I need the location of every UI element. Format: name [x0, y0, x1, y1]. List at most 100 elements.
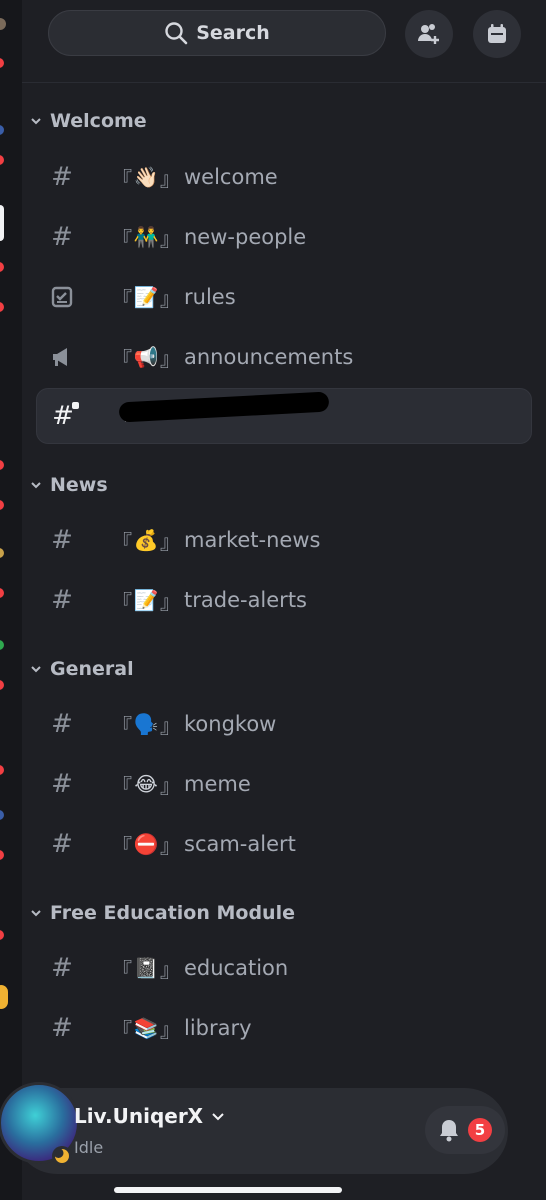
bracket-close: 』	[160, 346, 180, 371]
mention-dot	[0, 850, 4, 860]
channel-redacted-selected[interactable]: # 『	[36, 388, 532, 444]
search-label: Search	[196, 22, 270, 44]
channel-scam-alert[interactable]: # 『⛔』 scam-alert	[36, 816, 532, 872]
channel-name: meme	[184, 772, 251, 796]
server-icon[interactable]	[0, 640, 4, 650]
channel-list-pane: Search Welcome # 『👋🏻』 welcome # 『👬』 new-…	[0, 0, 546, 1200]
category-label: Free Education Module	[50, 902, 295, 924]
calendar-icon	[485, 22, 509, 46]
add-member-icon	[416, 21, 442, 47]
channel-name: new-people	[184, 225, 307, 249]
category-label: News	[50, 474, 108, 496]
hash-icon: #	[51, 709, 73, 739]
invite-members-button[interactable]	[405, 10, 453, 58]
channel-meme[interactable]: # 『😂』 meme	[36, 756, 532, 812]
channel-name: education	[184, 956, 289, 980]
hash-icon: #	[51, 222, 73, 252]
mention-dot	[0, 500, 4, 510]
channel-library[interactable]: # 『📚』 library	[36, 1000, 532, 1056]
category-welcome[interactable]: Welcome	[30, 110, 147, 132]
channel-market-news[interactable]: # 『💰』 market-news	[36, 512, 532, 568]
idle-status-icon	[52, 1146, 72, 1166]
selected-server-pill	[0, 205, 4, 241]
bracket-close: 』	[160, 589, 180, 614]
bracket-open: 『	[112, 226, 132, 251]
search-bar[interactable]: Search	[48, 10, 386, 56]
mention-dot	[0, 302, 4, 312]
category-label: Welcome	[50, 110, 147, 132]
server-rail[interactable]	[0, 0, 22, 1200]
bell-icon	[438, 1118, 460, 1142]
hash-icon: #	[51, 585, 73, 615]
bracket-close: 』	[160, 286, 180, 311]
bracket-open: 『	[112, 713, 132, 738]
server-icon[interactable]	[0, 985, 8, 1009]
bracket-open: 『	[112, 346, 132, 371]
chevron-down-icon	[30, 479, 42, 491]
channel-announcements[interactable]: 『📢』 announcements	[36, 329, 532, 385]
bracket-open: 『	[112, 589, 132, 614]
category-free-education-module[interactable]: Free Education Module	[30, 902, 295, 924]
mention-dot	[0, 588, 4, 598]
username-button[interactable]: Liv.UniqerX	[74, 1104, 225, 1128]
hash-icon: #	[51, 769, 73, 799]
mention-dot	[0, 680, 4, 690]
hash-icon: #	[51, 525, 73, 555]
bracket-close: 』	[160, 773, 180, 798]
channel-new-people[interactable]: # 『👬』 new-people	[36, 209, 532, 265]
channel-emoji: ⛔	[133, 832, 159, 856]
channel-emoji: 👋🏻	[133, 165, 159, 189]
channel-trade-alerts[interactable]: # 『📝』 trade-alerts	[36, 572, 532, 628]
hash-icon: #	[51, 829, 73, 859]
redaction-mark	[118, 391, 330, 423]
bracket-close: 』	[160, 957, 180, 982]
chevron-down-icon	[30, 663, 42, 675]
channel-name: announcements	[184, 345, 354, 369]
server-icon[interactable]	[0, 18, 6, 30]
hash-icon: #	[51, 162, 73, 192]
bracket-close: 』	[160, 226, 180, 251]
mention-dot	[0, 460, 4, 470]
mention-dot	[0, 765, 4, 775]
events-button[interactable]	[473, 10, 521, 58]
server-icon[interactable]	[0, 548, 4, 558]
hash-icon: #	[51, 1013, 73, 1043]
bracket-open: 『	[112, 1017, 132, 1042]
username: Liv.UniqerX	[74, 1104, 204, 1128]
bracket-open: 『	[112, 957, 132, 982]
category-label: General	[50, 658, 134, 680]
home-indicator	[114, 1187, 342, 1193]
notification-count-badge: 5	[468, 1118, 492, 1142]
channel-emoji: 😂	[134, 772, 158, 796]
channel-name: market-news	[184, 528, 321, 552]
chevron-down-icon	[211, 1109, 225, 1123]
category-general[interactable]: General	[30, 658, 134, 680]
channel-welcome[interactable]: # 『👋🏻』 welcome	[36, 149, 532, 205]
bracket-close: 』	[160, 1017, 180, 1042]
category-news[interactable]: News	[30, 474, 108, 496]
bracket-open: 『	[112, 529, 132, 554]
channel-kongkow[interactable]: # 『🗣️』 kongkow	[36, 696, 532, 752]
mention-dot	[0, 262, 4, 272]
megaphone-icon	[50, 345, 74, 369]
channel-name: scam-alert	[184, 832, 296, 856]
chevron-down-icon	[30, 907, 42, 919]
user-panel[interactable]: Liv.UniqerX Idle 5	[0, 1082, 508, 1174]
channel-name: welcome	[184, 165, 278, 189]
hash-icon: #	[51, 953, 73, 983]
bracket-close: 』	[160, 166, 180, 191]
server-icon[interactable]	[0, 810, 4, 820]
channel-name: library	[184, 1016, 252, 1040]
bracket-open: 『	[112, 166, 132, 191]
locked-hash-icon: #	[51, 402, 79, 429]
bracket-close: 』	[160, 833, 180, 858]
server-icon[interactable]	[0, 125, 4, 135]
notifications-button[interactable]: 5	[425, 1106, 505, 1154]
mention-dot	[0, 930, 4, 940]
channel-name: kongkow	[184, 712, 277, 736]
channel-emoji: 👬	[133, 225, 159, 249]
channel-rules[interactable]: 『📝』 rules	[36, 269, 532, 325]
bracket-open: 『	[112, 286, 132, 311]
channel-name: rules	[184, 285, 236, 309]
channel-education[interactable]: # 『📓』 education	[36, 940, 532, 996]
